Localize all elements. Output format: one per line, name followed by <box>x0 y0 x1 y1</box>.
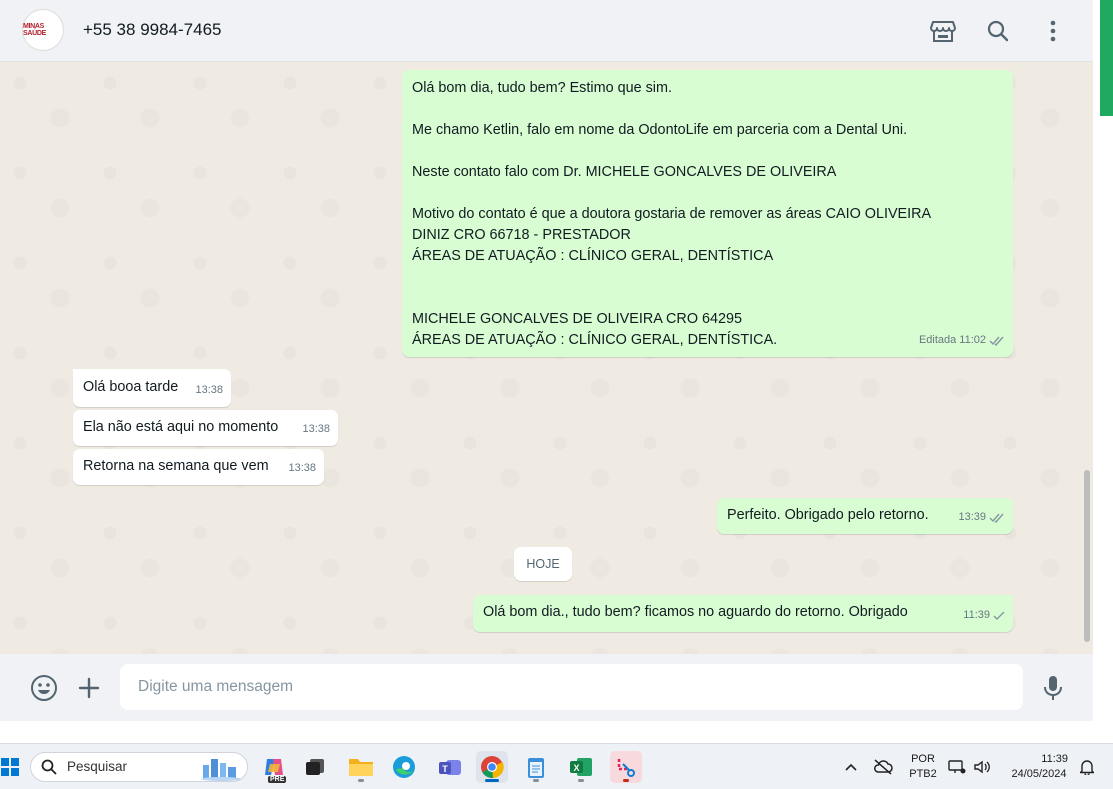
language-code: POR <box>911 753 935 765</box>
message-time: 13:39 <box>958 511 986 523</box>
message-text: Olá booa tarde <box>83 379 179 395</box>
active-indicator <box>485 779 499 782</box>
message-text: Perfeito. Obrigado pelo retorno. <box>727 507 929 523</box>
emoji-icon[interactable] <box>28 672 60 704</box>
compose-bar <box>0 654 1093 721</box>
teams-icon[interactable]: T <box>434 751 466 783</box>
message-time: 11:39 <box>963 609 990 621</box>
notification-bell-icon[interactable] <box>1076 751 1098 783</box>
network-icon[interactable] <box>945 751 969 783</box>
chat-scrollbar[interactable] <box>1084 470 1090 642</box>
attach-plus-icon[interactable] <box>73 672 105 704</box>
search-placeholder: Pesquisar <box>67 759 128 774</box>
message-meta: Editada 11:02 <box>919 330 1005 351</box>
message-meta: 13:38 <box>288 458 316 479</box>
message-incoming[interactable]: Ela não está aqui no momento 13:38 <box>73 410 338 446</box>
file-explorer-icon[interactable] <box>345 751 377 783</box>
contact-name[interactable]: +55 38 9984-7465 <box>83 20 222 40</box>
svg-text:X: X <box>573 763 579 773</box>
message-text: Ela não está aqui no momento <box>83 419 279 435</box>
running-indicator <box>578 779 584 782</box>
volume-icon[interactable] <box>970 751 994 783</box>
message-outgoing[interactable]: Olá bom dia., tudo bem? ficamos no aguar… <box>473 595 1013 632</box>
message-meta: 13:39 <box>958 507 1005 528</box>
message-text: Olá bom dia, tudo bem? Estimo que sim. M… <box>412 80 932 348</box>
message-time: 13:38 <box>288 462 316 474</box>
message-time: 11:02 <box>959 334 986 346</box>
search-highlight-city-icon <box>201 759 241 781</box>
excel-icon[interactable]: X <box>565 751 597 783</box>
show-hidden-icons-chevron-icon[interactable] <box>836 751 866 783</box>
svg-text:T: T <box>442 764 448 774</box>
message-input[interactable] <box>120 664 1023 710</box>
double-check-icon <box>989 336 1004 346</box>
message-meta: 11:39 <box>963 605 1005 626</box>
chrome-browser-icon[interactable] <box>476 751 508 783</box>
running-indicator <box>533 779 539 782</box>
message-outgoing[interactable]: Perfeito. Obrigado pelo retorno. 13:39 <box>717 498 1013 534</box>
catalog-store-icon[interactable] <box>928 16 958 46</box>
message-list[interactable]: Olá bom dia, tudo bem? Estimo que sim. M… <box>0 63 1093 654</box>
windows-taskbar: Pesquisar PRE T X POR PTB2 11:39 24/05/2… <box>0 743 1113 789</box>
message-outgoing[interactable]: Olá bom dia, tudo bem? Estimo que sim. M… <box>402 70 1013 357</box>
double-check-icon <box>989 513 1004 523</box>
message-incoming[interactable]: Olá booa tarde 13:38 <box>73 369 231 407</box>
single-check-icon <box>993 611 1005 620</box>
edge-browser-icon[interactable] <box>388 751 420 783</box>
message-text: Olá bom dia., tudo bem? ficamos no aguar… <box>483 604 908 620</box>
chat-header: MINAS SAÚDE +55 38 9984-7465 <box>0 0 1093 62</box>
edited-label: Editada <box>918 334 957 346</box>
pre-badge: PRE <box>268 776 287 783</box>
task-view-icon[interactable] <box>299 751 331 783</box>
cloud-offline-icon[interactable] <box>868 751 898 783</box>
message-meta: 13:38 <box>302 419 330 440</box>
menu-kebab-icon[interactable] <box>1038 16 1068 46</box>
taskbar-search[interactable]: Pesquisar <box>30 752 248 782</box>
keyboard-language-indicator[interactable]: POR PTB2 <box>905 753 941 780</box>
clock[interactable]: 11:39 24/05/2024 <box>1004 753 1074 780</box>
message-incoming[interactable]: Retorna na semana que vem 13:38 <box>73 449 324 485</box>
keyboard-layout: PTB2 <box>909 768 937 780</box>
contact-avatar[interactable]: MINAS SAÚDE <box>22 9 64 51</box>
running-indicator <box>358 779 364 782</box>
message-input-box[interactable] <box>120 664 1023 710</box>
copilot-icon[interactable]: PRE <box>258 751 290 783</box>
windows-start-icon[interactable] <box>0 751 24 783</box>
message-text: Retorna na semana que vem <box>83 458 269 474</box>
clock-date: 24/05/2024 <box>1011 768 1067 780</box>
snipping-tool-icon[interactable] <box>610 751 642 783</box>
microphone-icon[interactable] <box>1037 672 1069 704</box>
clock-time: 11:39 <box>1041 753 1068 765</box>
desktop-gap <box>0 721 1093 743</box>
window-edge <box>1093 0 1113 743</box>
notepad-icon[interactable] <box>520 751 552 783</box>
running-indicator <box>623 779 629 782</box>
avatar-logo-text: MINAS SAÚDE <box>23 23 47 37</box>
search-icon <box>41 759 57 775</box>
message-time: 13:38 <box>302 423 330 435</box>
whatsapp-window: MINAS SAÚDE +55 38 9984-7465 Olá bom dia… <box>0 0 1093 721</box>
message-meta: 13:38 <box>195 380 223 401</box>
date-divider: HOJE <box>514 547 572 581</box>
edge-accent <box>1100 0 1113 116</box>
message-time: 13:38 <box>195 384 223 396</box>
search-icon[interactable] <box>983 16 1013 46</box>
